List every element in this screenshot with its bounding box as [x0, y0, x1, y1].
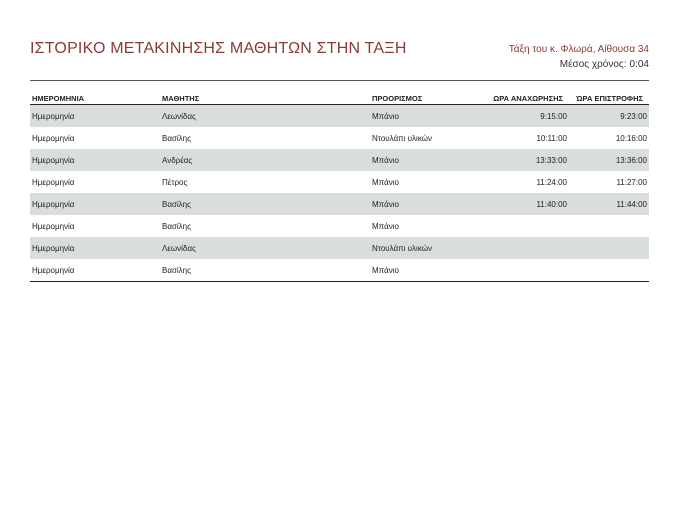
cell-destination[interactable]: Μπάνιο — [370, 149, 479, 171]
average-time: Μέσος χρόνος: 0:04 — [557, 59, 649, 70]
cell-student[interactable]: Βασίλης — [160, 127, 370, 149]
cell-departure-time[interactable] — [479, 259, 569, 282]
header-divider — [30, 80, 649, 81]
column-header-return[interactable]: ΏΡΑ ΕΠΙΣΤΡΟΦΗΣ — [569, 90, 649, 105]
table-row: Ημερομηνία Ανδρέας Μπάνιο 13:33:00 13:36:00 — [30, 149, 649, 171]
cell-return-time[interactable] — [569, 215, 649, 237]
cell-return-time[interactable]: 11:27:00 — [569, 171, 649, 193]
document-page: ΙΣΤΟΡΙΚΟ ΜΕΤΑΚΙΝΗΣΗΣ ΜΑΘΗΤΩΝ ΣΤΗΝ ΤΑΞΗ Τ… — [0, 0, 675, 520]
cell-destination[interactable]: Μπάνιο — [370, 259, 479, 282]
table-row: Ημερομηνία Βασίλης Ντουλάπι υλικών 10:11:00… — [30, 127, 649, 149]
cell-destination[interactable]: Ντουλάπι υλικών — [370, 127, 479, 149]
cell-student[interactable]: Βασίλης — [160, 193, 370, 215]
table-row: Ημερομηνία Βασίλης Μπάνιο — [30, 215, 649, 237]
cell-departure-time[interactable]: 13:33:00 — [479, 149, 569, 171]
cell-date[interactable]: Ημερομηνία — [30, 215, 160, 237]
cell-date[interactable]: Ημερομηνία — [30, 127, 160, 149]
column-header-departure[interactable]: ΩΡΑ ΑΝΑΧΩΡΗΣΗΣ — [479, 90, 569, 105]
cell-destination[interactable]: Ντουλάπι υλικών — [370, 237, 479, 259]
cell-student[interactable]: Βασίλης — [160, 215, 370, 237]
table-row: Ημερομηνία Βασίλης Μπάνιο 11:40:00 11:44:00 — [30, 193, 649, 215]
cell-return-time[interactable] — [569, 237, 649, 259]
cell-destination[interactable]: Μπάνιο — [370, 193, 479, 215]
column-header-date[interactable]: ΗΜΕΡΟΜΗΝΙΑ — [30, 90, 160, 105]
class-info: Τάξη του κ. Φλωρά, Αίθουσα 34 — [508, 44, 649, 55]
cell-return-time[interactable]: 11:44:00 — [569, 193, 649, 215]
cell-date[interactable]: Ημερομηνία — [30, 259, 160, 282]
average-time-label: Μέσος χρόνος: — [559, 59, 627, 70]
cell-departure-time[interactable]: 10:11:00 — [479, 127, 569, 149]
table-row: Ημερομηνία Λεωνίδας Μπάνιο 9:15:00 9:23:00 — [30, 104, 649, 127]
cell-return-time[interactable]: 10:16:00 — [569, 127, 649, 149]
cell-departure-time[interactable]: 9:15:00 — [479, 104, 569, 127]
cell-destination[interactable]: Μπάνιο — [370, 104, 479, 127]
page-title: ΙΣΤΟΡΙΚΟ ΜΕΤΑΚΙΝΗΣΗΣ ΜΑΘΗΤΩΝ ΣΤΗΝ ΤΑΞΗ — [30, 40, 407, 57]
cell-student[interactable]: Λεωνίδας — [160, 237, 370, 259]
table-header-row: ΗΜΕΡΟΜΗΝΙΑ ΜΑΘΗΤΗΣ ΠΡΟΟΡΙΣΜΟΣ ΩΡΑ ΑΝΑΧΩΡ… — [30, 90, 649, 105]
cell-date[interactable]: Ημερομηνία — [30, 104, 160, 127]
table-body: Ημερομηνία Λεωνίδας Μπάνιο 9:15:00 9:23:00 Ημ… — [30, 104, 649, 282]
column-header-student[interactable]: ΜΑΘΗΤΗΣ — [160, 90, 370, 105]
movement-log-table: ΗΜΕΡΟΜΗΝΙΑ ΜΑΘΗΤΗΣ ΠΡΟΟΡΙΣΜΟΣ ΩΡΑ ΑΝΑΧΩΡ… — [30, 90, 649, 282]
table-row: Ημερομηνία Λεωνίδας Ντουλάπι υλικών — [30, 237, 649, 259]
table-row: Ημερομηνία Πέτρος Μπάνιο 11:24:00 11:27:00 — [30, 171, 649, 193]
cell-destination[interactable]: Μπάνιο — [370, 171, 479, 193]
cell-student[interactable]: Πέτρος — [160, 171, 370, 193]
average-time-value: 0:04 — [629, 59, 649, 70]
cell-date[interactable]: Ημερομηνία — [30, 171, 160, 193]
cell-departure-time[interactable]: 11:24:00 — [479, 171, 569, 193]
table-row: Ημερομηνία Βασίλης Μπάνιο — [30, 259, 649, 282]
cell-student[interactable]: Ανδρέας — [160, 149, 370, 171]
cell-destination[interactable]: Μπάνιο — [370, 215, 479, 237]
cell-return-time[interactable]: 13:36:00 — [569, 149, 649, 171]
cell-return-time[interactable]: 9:23:00 — [569, 104, 649, 127]
cell-date[interactable]: Ημερομηνία — [30, 193, 160, 215]
cell-return-time[interactable] — [569, 259, 649, 282]
cell-departure-time[interactable] — [479, 237, 569, 259]
column-header-destination[interactable]: ΠΡΟΟΡΙΣΜΟΣ — [370, 90, 479, 105]
cell-departure-time[interactable] — [479, 215, 569, 237]
cell-departure-time[interactable]: 11:40:00 — [479, 193, 569, 215]
cell-date[interactable]: Ημερομηνία — [30, 149, 160, 171]
cell-student[interactable]: Λεωνίδας — [160, 104, 370, 127]
cell-student[interactable]: Βασίλης — [160, 259, 370, 282]
cell-date[interactable]: Ημερομηνία — [30, 237, 160, 259]
